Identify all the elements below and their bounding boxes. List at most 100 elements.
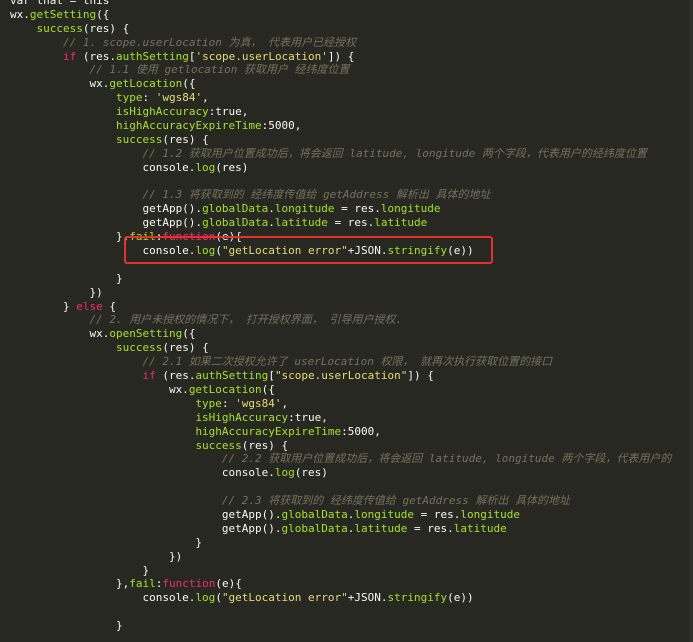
code-line: type: 'wgs84', [10, 91, 671, 105]
code-token-property: authSetting [195, 369, 269, 383]
code-line: highAccuracyExpireTime:5000, [10, 119, 671, 133]
code-token-ident: ({ [182, 327, 196, 341]
code-token-ident [10, 119, 116, 132]
code-token-property: globalData [202, 202, 269, 216]
code-token-ident: (res) { [162, 132, 209, 146]
code-token-property: globalData [281, 521, 348, 535]
code-line: // 2.1 如果二次授权允许了 userLocation 权限， 就再次执行获… [10, 355, 671, 369]
code-line: } else { [10, 300, 671, 314]
code-token-property: type [115, 91, 143, 105]
code-token-ident: . [268, 216, 275, 230]
code-token-ident: (res. [76, 49, 116, 63]
code-token-ident [10, 411, 195, 424]
code-line: getApp().globalData.latitude = res.latit… [10, 522, 671, 536]
code-line: success(res) { [10, 133, 671, 147]
code-line: },fail:function(e){ [10, 230, 671, 244]
code-token-property: highAccuracyExpireTime [115, 119, 262, 133]
code-token-comment: // 2. 用户未授权的情况下， 打开授权界面， 引导用户授权. [89, 313, 403, 327]
code-editor[interactable]: var that = this wx.getSetting({ success(r… [0, 0, 693, 642]
code-token-ident [10, 494, 222, 507]
code-token-ident: } [10, 535, 203, 549]
code-line: console.log(res) [10, 466, 671, 480]
code-token-property: latitude [374, 216, 428, 230]
code-token-string: "scope.userLocation" [274, 369, 408, 383]
code-token-ident: ]) { [407, 369, 434, 383]
code-line: } [10, 619, 671, 633]
code-token-ident: (res) { [241, 438, 289, 452]
code-token-comment: // 1. scope.userLocation 为真， 代表用户已经授权 [62, 35, 357, 49]
code-token-property: success [115, 132, 163, 146]
code-token-comment: // 2.2 获取用户位置成功后，将会返回 latitude, longitud… [221, 452, 672, 466]
code-token-func: getLocation [188, 382, 262, 396]
code-token-ident: var that = this [10, 0, 110, 7]
code-token-ident: ({ [96, 7, 110, 21]
code-token-func: stringify [387, 244, 448, 258]
code-line: // 1.1 使用 getlocation 获取用户 经纬度位置 [10, 63, 671, 77]
code-line: // 2.3 将获取到的 经纬度传值给 getAddress 解析出 具体的地址 [10, 494, 671, 508]
code-content[interactable]: var that = this wx.getSetting({ success(r… [10, 0, 671, 633]
code-token-ident: (e){ [215, 230, 242, 244]
code-token-property: success [115, 341, 163, 355]
code-token-ident: (res. [155, 369, 196, 383]
code-token-ident: } [10, 271, 123, 285]
code-line: highAccuracyExpireTime:5000, [10, 425, 671, 439]
code-token-ident: ({ [182, 77, 196, 91]
code-token-property: authSetting [115, 49, 189, 63]
code-token-ident [10, 369, 142, 382]
code-token-ident: (res) [294, 466, 328, 480]
code-token-property: type [195, 396, 222, 410]
code-token-property: longitude [354, 507, 414, 521]
code-token-property: highAccuracyExpireTime [195, 424, 342, 438]
code-token-ident [10, 341, 116, 354]
code-token-ident: { [102, 299, 116, 313]
code-token-string: "getLocation error" [221, 591, 348, 605]
code-token-ident: getApp(). [10, 202, 203, 216]
code-token-ident [10, 188, 142, 201]
code-token-ident: wx. [10, 327, 110, 341]
code-token-keyword: if [62, 49, 77, 63]
code-line: // 2. 用户未授权的情况下， 打开授权界面， 引导用户授权. [10, 313, 671, 327]
code-token-string: 'wgs84' [235, 396, 282, 410]
code-token-ident: (e){ [215, 577, 242, 591]
code-token-ident: , [202, 91, 209, 105]
code-token-ident: :true, [208, 105, 249, 119]
code-token-ident: } [10, 563, 150, 577]
code-line: var that = this [10, 0, 671, 8]
code-line: // 1.3 将获取到的 经纬度传值给 getAddress 解析出 具体的地址 [10, 188, 671, 202]
code-token-property: isHighAccuracy [115, 105, 209, 119]
editor-scrollbar[interactable] [689, 0, 693, 642]
code-token-ident: , [281, 396, 289, 410]
code-token-ident: :5000, [261, 119, 302, 133]
code-line: } [10, 536, 671, 550]
code-token-comment: // 2.1 如果二次授权允许了 userLocation 权限， 就再次执行获… [142, 355, 553, 369]
code-token-ident: = res. [327, 216, 375, 230]
code-line: } [10, 564, 671, 578]
code-line: },fail:function(e){ [10, 577, 671, 591]
code-token-ident: : [221, 396, 236, 410]
code-token-ident [10, 425, 195, 438]
code-token-keyword: function [162, 577, 216, 591]
code-token-ident [10, 22, 37, 35]
code-token-property: globalData [202, 216, 269, 230]
code-token-ident: +JSON. [347, 244, 388, 258]
code-token-ident: (e)) [447, 244, 474, 258]
code-token-ident: }, [10, 577, 130, 591]
code-line: if (res.authSetting['scope.userLocation'… [10, 50, 671, 64]
code-token-ident: console. [10, 591, 196, 605]
code-token-ident [10, 91, 116, 104]
code-token-property: longitude [380, 202, 441, 216]
code-line: }) [10, 286, 671, 300]
code-token-func: log [195, 160, 216, 174]
code-token-comment: // 1.2 获取用户位置成功后，将会返回 latitude, longitud… [142, 146, 647, 160]
code-token-ident: . [268, 202, 275, 216]
code-token-ident: console. [10, 160, 196, 174]
code-token-string: 'scope.userLocation' [195, 49, 328, 63]
code-token-property: success [36, 21, 83, 35]
code-token-func: log [195, 591, 216, 605]
code-token-ident: } [10, 619, 123, 633]
code-line: // 1.2 获取用户位置成功后，将会返回 latitude, longitud… [10, 147, 671, 161]
code-token-property: latitude [354, 521, 408, 535]
